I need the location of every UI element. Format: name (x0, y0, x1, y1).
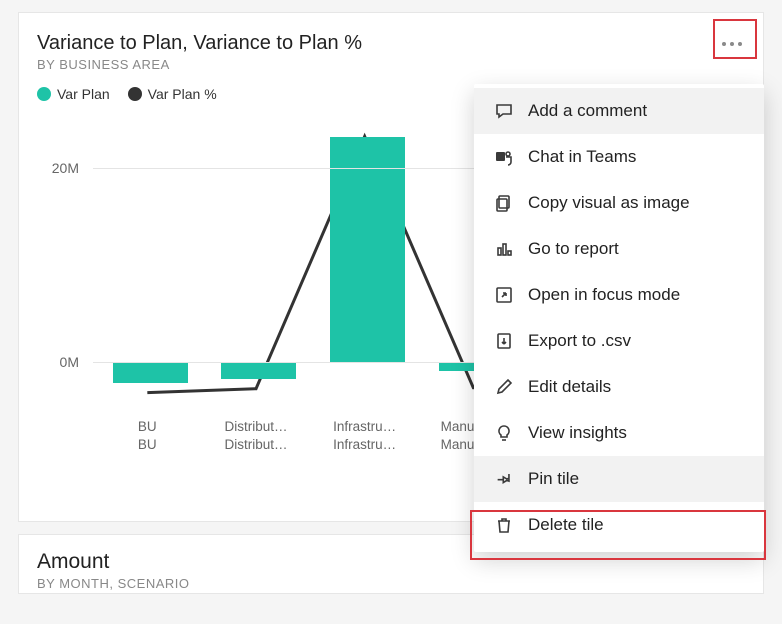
export-icon (494, 331, 514, 351)
menu-view-insights[interactable]: View insights (474, 410, 764, 456)
menu-add-comment[interactable]: Add a comment (474, 88, 764, 134)
x-label: Infrastru…Infrastru… (310, 418, 419, 454)
legend-item-line[interactable]: Var Plan % (128, 86, 217, 102)
bar[interactable] (221, 362, 296, 379)
bar[interactable] (330, 137, 405, 361)
bar[interactable] (113, 362, 188, 383)
teams-icon (494, 147, 514, 167)
menu-chat-teams[interactable]: Chat in Teams (474, 134, 764, 180)
legend-label-line: Var Plan % (148, 86, 217, 102)
tile-title: Variance to Plan, Variance to Plan % (37, 31, 362, 55)
report-icon (494, 239, 514, 259)
y-tick-label: 20M (52, 160, 79, 176)
menu-label: Delete tile (528, 515, 604, 535)
menu-delete-tile[interactable]: Delete tile (474, 502, 764, 548)
menu-label: Chat in Teams (528, 147, 636, 167)
tile-context-menu: Add a comment Chat in Teams Copy visual … (474, 84, 764, 552)
menu-label: Copy visual as image (528, 193, 690, 213)
tile-subtitle: BY MONTH, SCENARIO (37, 576, 745, 591)
menu-label: View insights (528, 423, 627, 443)
tile-title: Amount (37, 549, 745, 574)
pin-icon (494, 469, 514, 489)
menu-label: Edit details (528, 377, 611, 397)
menu-edit-details[interactable]: Edit details (474, 364, 764, 410)
y-axis: 20M 0M (37, 120, 85, 410)
legend-label-bar: Var Plan (57, 86, 110, 102)
tile-subtitle: BY BUSINESS AREA (37, 57, 362, 72)
pencil-icon (494, 377, 514, 397)
menu-label: Go to report (528, 239, 619, 259)
menu-copy-image[interactable]: Copy visual as image (474, 180, 764, 226)
menu-go-report[interactable]: Go to report (474, 226, 764, 272)
menu-label: Pin tile (528, 469, 579, 489)
menu-label: Add a comment (528, 101, 647, 121)
legend-swatch-line (128, 87, 142, 101)
menu-export-csv[interactable]: Export to .csv (474, 318, 764, 364)
menu-focus-mode[interactable]: Open in focus mode (474, 272, 764, 318)
legend-swatch-bar (37, 87, 51, 101)
menu-label: Export to .csv (528, 331, 631, 351)
more-options-button[interactable] (713, 25, 751, 63)
trash-icon (494, 515, 514, 535)
x-label: BUBU (93, 418, 202, 454)
x-label: Distribut…Distribut… (202, 418, 311, 454)
copy-icon (494, 193, 514, 213)
menu-label: Open in focus mode (528, 285, 680, 305)
menu-pin-tile[interactable]: Pin tile (474, 456, 764, 502)
y-tick-label: 0M (60, 354, 79, 370)
focus-icon (494, 285, 514, 305)
lightbulb-icon (494, 423, 514, 443)
comment-icon (494, 101, 514, 121)
ellipsis-icon (722, 42, 742, 46)
legend-item-bar[interactable]: Var Plan (37, 86, 110, 102)
